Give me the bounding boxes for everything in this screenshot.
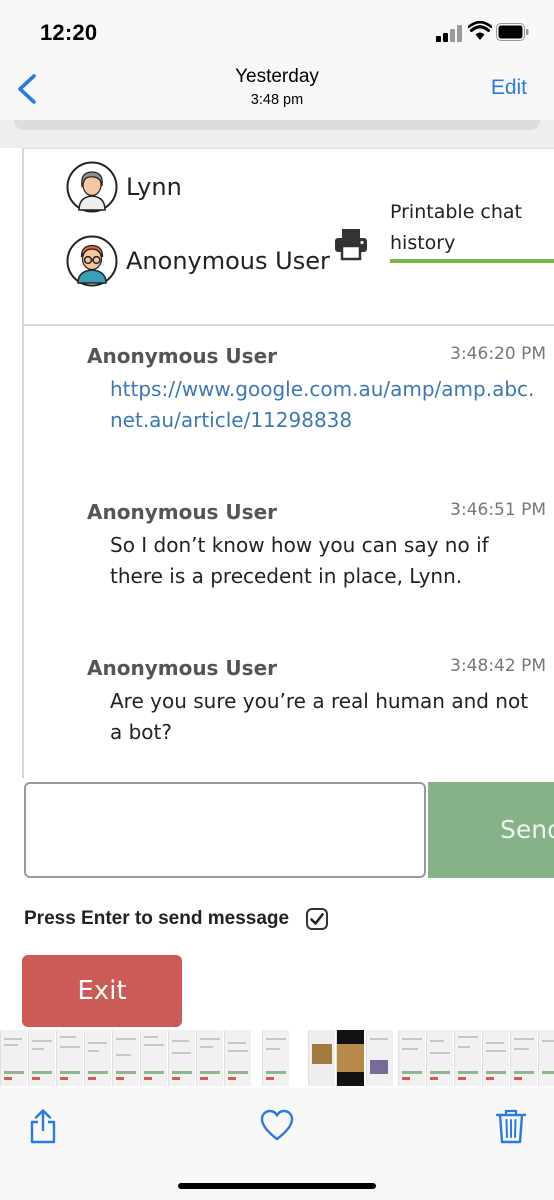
printable-chat-history-link[interactable]: Printable chat history (390, 197, 554, 259)
photo-thumbnail[interactable] (308, 1030, 335, 1086)
message-text: Are you sure you’re a real human and not… (110, 689, 529, 744)
top-strip (0, 120, 554, 148)
photo-thumbnail[interactable] (482, 1030, 509, 1086)
home-indicator (178, 1183, 376, 1189)
message-sender: Anonymous User (87, 656, 277, 680)
photo-thumbnail-current[interactable] (336, 1030, 364, 1086)
photo-thumbnail[interactable] (168, 1030, 195, 1086)
photo-thumbnail[interactable] (224, 1030, 251, 1086)
photo-thumbnail[interactable] (510, 1030, 537, 1086)
exit-button[interactable]: Exit (22, 955, 182, 1027)
message-time: 3:46:20 PM (450, 344, 546, 364)
photo-thumbnail[interactable] (454, 1030, 481, 1086)
printer-icon[interactable] (334, 227, 368, 261)
photo-content: Lynn Anonymous User Printable chat histo… (0, 120, 554, 1028)
message-time: 3:48:42 PM (450, 656, 546, 676)
photo-thumbnail[interactable] (84, 1030, 111, 1086)
avatar-red-hair-glasses-icon (66, 235, 118, 287)
photo-thumbnail[interactable] (366, 1030, 393, 1086)
participant-lynn: Lynn (66, 161, 182, 213)
message-input[interactable] (24, 782, 426, 878)
enter-to-send-row: Press Enter to send message (24, 906, 329, 932)
photo-thumbnail[interactable] (398, 1030, 425, 1086)
participant-name: Lynn (126, 173, 182, 201)
photo-thumbnail[interactable] (56, 1030, 83, 1086)
heart-icon[interactable] (260, 1108, 294, 1144)
photo-thumbnail[interactable] (28, 1030, 55, 1086)
trash-icon[interactable] (494, 1108, 528, 1144)
compose-row: Send (0, 780, 554, 880)
signal-icon (436, 24, 462, 42)
photo-thumbnail[interactable] (140, 1030, 167, 1086)
message-sender: Anonymous User (87, 344, 277, 368)
participant-name: Anonymous User (126, 247, 330, 275)
share-icon[interactable] (26, 1108, 60, 1144)
nav-bar: Yesterday 3:48 pm Edit (0, 58, 554, 120)
status-bar: 12:20 (0, 0, 554, 58)
message-sender: Anonymous User (87, 500, 277, 524)
enter-to-send-label: Press Enter to send message (24, 908, 290, 929)
photo-thumbnail[interactable] (0, 1030, 27, 1086)
message-text: So I don’t know how you can say no if th… (110, 533, 489, 588)
photo-thumbnail[interactable] (112, 1030, 139, 1086)
avatar-grey-hair-icon (66, 161, 118, 213)
send-button[interactable]: Send (428, 782, 554, 878)
status-time: 12:20 (40, 20, 98, 45)
enter-to-send-checkbox[interactable] (306, 908, 329, 930)
chat-header: Lynn Anonymous User Printable chat histo… (24, 148, 554, 326)
photo-thumbnail[interactable] (196, 1030, 223, 1086)
photo-thumbnail[interactable] (538, 1030, 554, 1086)
battery-icon (496, 23, 529, 41)
nav-title: Yesterday (235, 66, 319, 87)
nav-subtitle: 3:48 pm (250, 92, 304, 108)
wifi-icon (468, 21, 492, 40)
participant-anonymous-user: Anonymous User (66, 235, 330, 287)
photo-thumbnail[interactable] (262, 1030, 289, 1086)
message-link[interactable]: https://www.google.com.au/amp/amp.abc.ne… (110, 374, 540, 436)
photo-thumbnail[interactable] (426, 1030, 453, 1086)
print-link-underline (390, 259, 554, 263)
photo-thumbnail-strip[interactable] (0, 1028, 554, 1088)
edit-button[interactable]: Edit (491, 76, 527, 100)
message-time: 3:46:51 PM (450, 500, 546, 520)
